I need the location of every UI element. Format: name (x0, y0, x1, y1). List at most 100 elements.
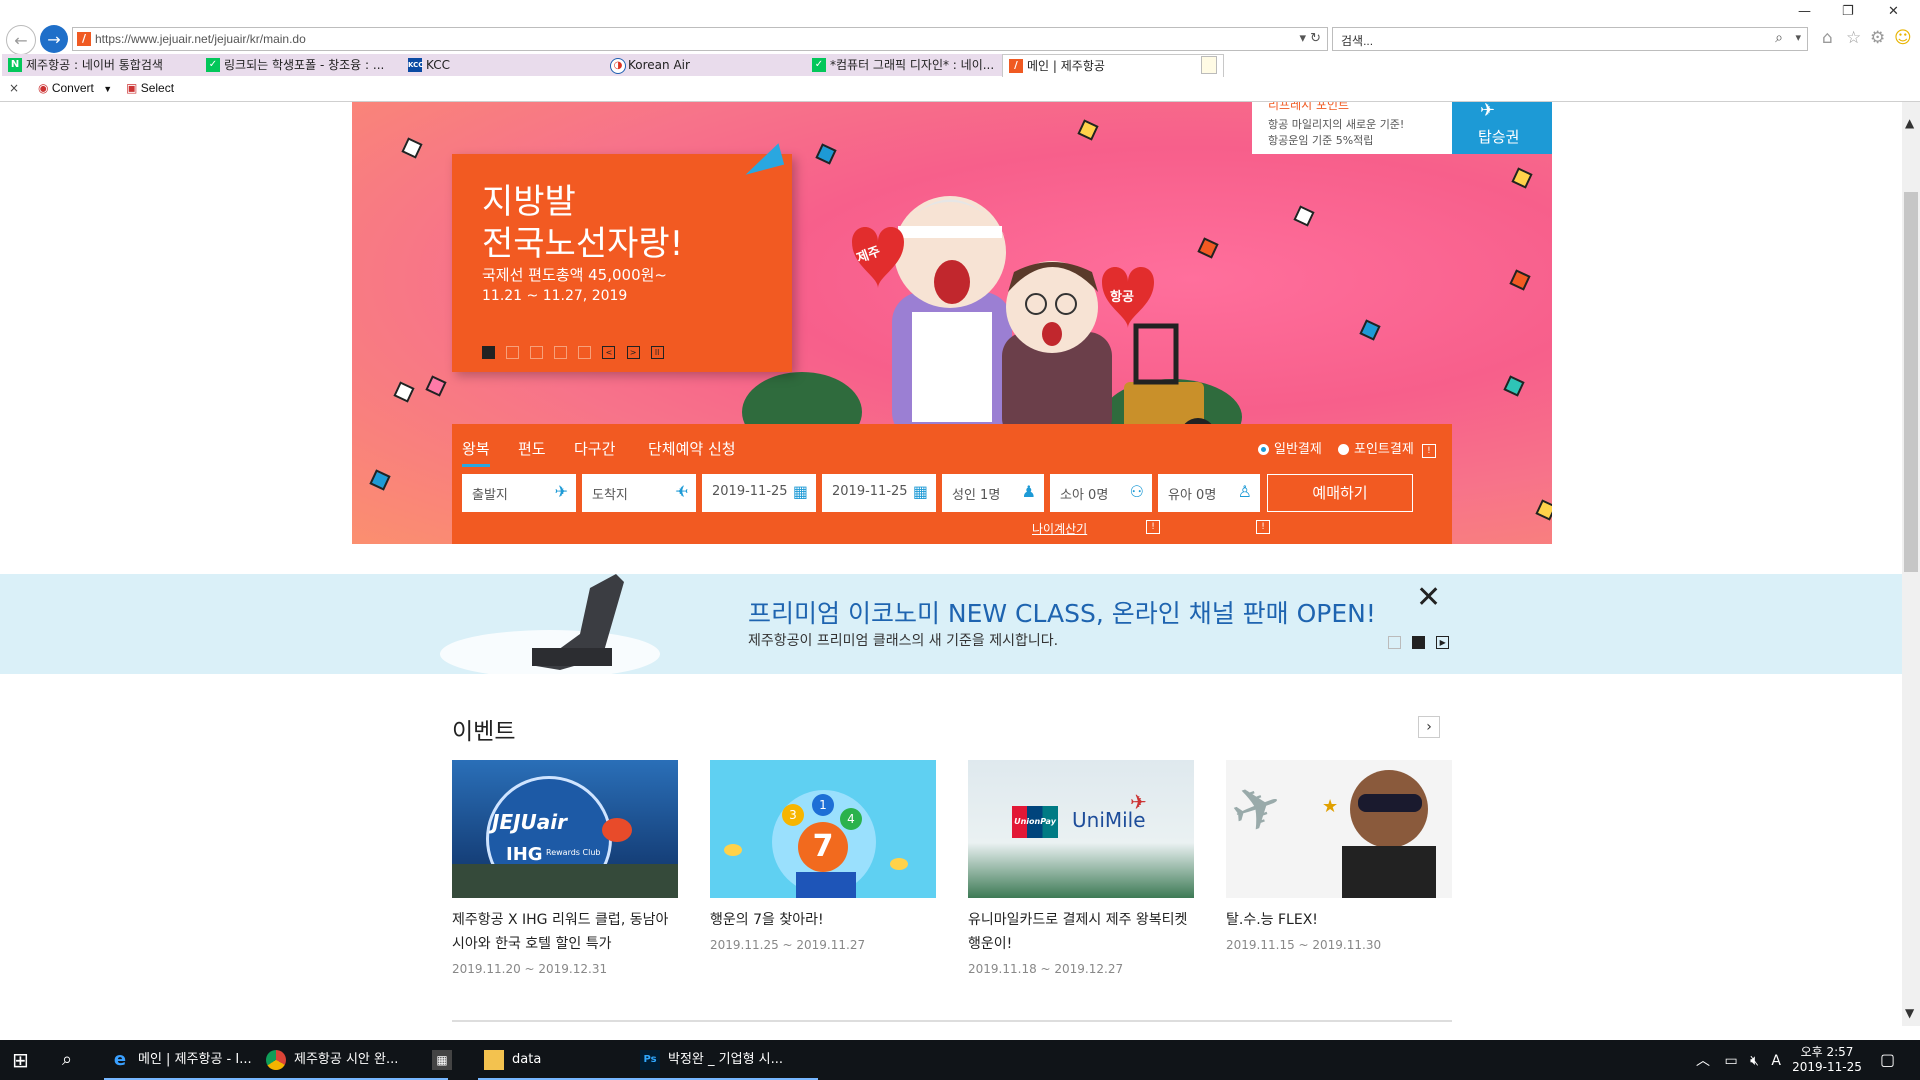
restore-icon[interactable]: ❐ (1842, 4, 1854, 19)
slide-indicator-2[interactable] (506, 346, 520, 359)
tab-korean-air[interactable]: ◑ Korean Air (604, 54, 829, 76)
clock-time[interactable]: 오후 2:57 (1792, 1043, 1862, 1060)
event-date: 2019.11.25 ~ 2019.11.27 (710, 938, 866, 952)
arrival-field[interactable]: 도착지 ✈ (582, 474, 696, 512)
boarding-pass-button[interactable]: ✈ 탑승권 (1452, 102, 1552, 154)
event-card-flex[interactable]: ✈ ★ 탈.수.능 FLEX! 2019.11.15 ~ 2019.11.30 (1226, 760, 1452, 952)
search-dropdown-icon[interactable]: ▾ (1795, 31, 1801, 44)
booking-widget: 왕복 편도 다구간 단체예약 신청 일반결제 포인트결제 ! 출발지 ✈ 도착지… (452, 424, 1452, 544)
taskbar-item-chrome[interactable]: 제주항공 시안 완... (260, 1040, 448, 1080)
slide-indicator-4[interactable] (554, 346, 568, 359)
minimize-icon[interactable]: — (1798, 4, 1811, 19)
adult-count-field[interactable]: 성인 1명 ♟ (942, 474, 1044, 512)
network-icon[interactable]: ▭ (1724, 1053, 1737, 1069)
select-button[interactable]: ▣ Select (126, 81, 174, 95)
volume-muted-icon[interactable]: 🔇︎ (1750, 1053, 1759, 1069)
clock-date[interactable]: 2019-11-25 (1792, 1060, 1862, 1074)
tab-student-portfolio[interactable]: ✓ 링크되는 학생포폴 - 창조융 : ... (200, 54, 425, 76)
tab-label: *컴퓨터 그래픽 디자인* : 네이... (830, 58, 995, 72)
hotel-building-shape (452, 864, 678, 898)
mileage-promo-box[interactable]: 리프레시 포인트 항공 마일리지의 새로운 기준! 항공운임 기준 5%적립 (1252, 102, 1452, 154)
settings-gear-icon[interactable]: ⚙ (1870, 28, 1885, 48)
slide-pause-icon[interactable]: ll (650, 346, 664, 359)
age-calculator-link[interactable]: 나이계산기 (1032, 520, 1087, 537)
scroll-thumb[interactable] (1904, 192, 1918, 572)
new-tab-button[interactable] (1201, 56, 1217, 74)
close-window-icon[interactable]: ✕ (1888, 4, 1899, 19)
chevron-down-icon[interactable]: ▼ (103, 84, 112, 94)
search-icon[interactable]: ⌕ (1775, 30, 1783, 46)
event-card-lucky7[interactable]: 7 3 1 4 행운의 7을 찾아라! 2019.11.25 ~ 2019.11… (710, 760, 936, 952)
taskbar-search-icon[interactable]: ⌕ (62, 1049, 72, 1070)
ime-indicator[interactable]: A (1771, 1053, 1781, 1069)
payment-points-radio[interactable]: 포인트결제 ! (1338, 438, 1436, 458)
payment-general-radio[interactable]: 일반결제 (1258, 438, 1322, 457)
banner-slide-1[interactable] (1388, 636, 1401, 649)
confetti-shape (369, 469, 391, 491)
close-icon[interactable]: ✕ (1416, 580, 1441, 615)
premium-economy-banner[interactable]: 프리미엄 이코노미 NEW CLASS, 온라인 채널 판매 OPEN! 제주항… (0, 574, 1902, 678)
ihg-logo-text: IHG (506, 844, 543, 865)
windows-start-icon[interactable]: ⊞ (12, 1048, 29, 1072)
tab-computer-graphics[interactable]: ✓ *컴퓨터 그래픽 디자인* : 네이... (806, 54, 1027, 76)
back-button[interactable]: ← (6, 25, 36, 55)
departure-field[interactable]: 출발지 ✈ (462, 474, 576, 512)
favorites-star-icon[interactable]: ☆ (1846, 28, 1861, 48)
departure-date-field[interactable]: 2019-11-25 ▦ (702, 474, 816, 512)
hero-banner[interactable]: 제주 항공 지방발 전국노선자랑! 국제선 편도총액 45,000원~ 11.2… (352, 102, 1552, 544)
refresh-icon[interactable]: ▾ ↻ (1299, 31, 1321, 46)
slide-prev-icon[interactable]: < (602, 346, 616, 359)
scroll-up-icon[interactable]: ▲ (1905, 116, 1914, 130)
event-title: 행운의 7을 찾아라! (710, 912, 824, 928)
banner-next-icon[interactable]: ▶ (1436, 636, 1450, 649)
home-icon[interactable]: ⌂ (1822, 28, 1833, 48)
scroll-down-icon[interactable]: ▼ (1905, 1006, 1914, 1020)
confetti-shape (401, 137, 423, 159)
address-bar[interactable]: / https://www.jejuair.net/jejuair/kr/mai… (72, 27, 1328, 51)
ball-four-icon: 4 (840, 808, 862, 830)
slide-indicator-1[interactable] (482, 346, 495, 359)
kcc-icon: KCC (408, 58, 423, 72)
address-text: https://www.jejuair.net/jejuair/kr/main.… (95, 32, 306, 46)
slide-indicator-3[interactable] (530, 346, 544, 359)
event-date: 2019.11.15 ~ 2019.11.30 (1226, 938, 1382, 952)
page-scrollbar[interactable]: ▲ ▼ (1902, 102, 1920, 1026)
browser-chrome: ← → / https://www.jejuair.net/jejuair/kr… (0, 0, 1920, 102)
feedback-smiley-icon[interactable]: ☺ (1894, 28, 1912, 48)
event-card-unimile[interactable]: UnionPay UniMile ✈ 유니마일카드로 결제시 제주 왕복티켓 행… (968, 760, 1194, 976)
tab-label: KCC (426, 58, 450, 72)
taskbar-item-photoshop[interactable]: Ps 박정완 _ 기업형 시... (634, 1040, 818, 1080)
return-date-field[interactable]: 2019-11-25 ▦ (822, 474, 936, 512)
slide-indicator-5[interactable] (578, 346, 592, 359)
convert-button[interactable]: ◉ Convert ▼ (38, 81, 112, 95)
system-tray: ︿ ▭ 🔇︎ A (1696, 1050, 1781, 1070)
close-toolbar-icon[interactable]: × (9, 81, 19, 95)
tab-group-booking[interactable]: 단체예약 신청 (648, 438, 736, 459)
event-card-ihg[interactable]: JEJUair IHG Rewards Club 제주항공 X IHG 리워드 … (452, 760, 678, 976)
child-count-field[interactable]: 소아 0명 ⚇ (1050, 474, 1152, 512)
events-more-chevron-icon[interactable]: › (1418, 716, 1440, 738)
notification-icon[interactable]: ▢ (1880, 1050, 1895, 1069)
pdf-convert-icon: ◉ (38, 81, 49, 95)
promo-card[interactable]: 지방발 전국노선자랑! 국제선 편도총액 45,000원~ 11.21 ~ 11… (452, 143, 792, 372)
info-icon[interactable]: ! (1256, 520, 1270, 534)
tab-multi-city[interactable]: 다구간 (574, 438, 615, 459)
badge-shape (602, 818, 632, 842)
windows-taskbar: ⊞ ⌕ e 메인 | 제주항공 - I... 제주항공 시안 완... ▦ da… (0, 1040, 1920, 1080)
tab-kcc[interactable]: KCC KCC (402, 54, 627, 76)
chevron-up-icon[interactable]: ︿ (1696, 1053, 1710, 1069)
banner-slide-2[interactable] (1412, 636, 1426, 649)
slide-next-icon[interactable]: > (626, 346, 640, 359)
forward-button[interactable]: → (40, 25, 68, 53)
tab-naver-search[interactable]: N 제주항공 : 네이버 통합검색 (2, 54, 223, 76)
info-icon[interactable]: ! (1421, 444, 1436, 458)
tab-label: 제주항공 : 네이버 통합검색 (26, 58, 163, 72)
info-icon[interactable]: ! (1146, 520, 1160, 534)
tab-one-way[interactable]: 편도 (518, 438, 546, 459)
reserve-button[interactable]: 예매하기 (1267, 474, 1413, 512)
tab-round-trip[interactable]: 왕복 (462, 438, 490, 459)
mileage-line2: 항공운임 기준 5%적립 (1268, 134, 1374, 147)
infant-count-field[interactable]: 유아 0명 ♙ (1158, 474, 1260, 512)
browser-search-box[interactable]: 검색... ⌕ ▾ (1332, 27, 1808, 51)
tab-jejuair-main[interactable]: / 메인 | 제주항공 ✕ (1002, 54, 1224, 77)
